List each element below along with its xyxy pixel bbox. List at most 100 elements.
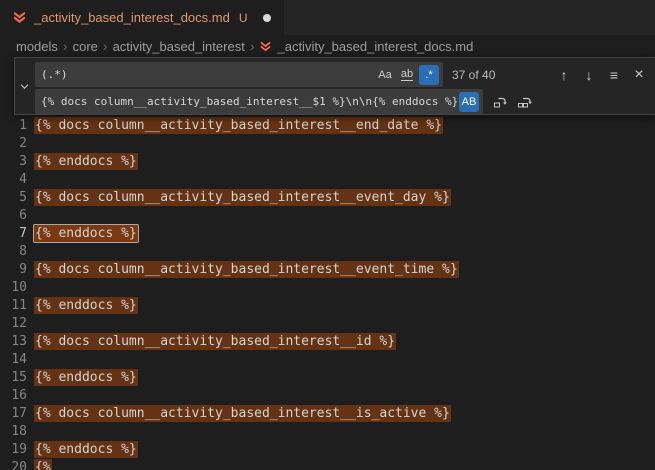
- close-find-button[interactable]: ×: [628, 64, 650, 86]
- replace-all-icon: [517, 94, 533, 110]
- line-content: {% enddocs %}: [34, 298, 138, 313]
- breadcrumb-item[interactable]: activity_based_interest: [113, 39, 245, 54]
- line-content: {% enddocs %}: [34, 442, 138, 457]
- replace-icon: [492, 94, 508, 110]
- selection-lines-icon: ≡: [610, 67, 618, 83]
- line-content: {% enddocs %}: [34, 226, 138, 241]
- editor-line[interactable]: 2: [0, 134, 655, 152]
- breadcrumb-item-label: core: [73, 39, 98, 54]
- breadcrumb-separator-icon: ›: [103, 38, 108, 54]
- editor-line[interactable]: 3{% enddocs %}: [0, 152, 655, 170]
- editor-line[interactable]: 11{% enddocs %}: [0, 296, 655, 314]
- editor-line[interactable]: 16: [0, 386, 655, 404]
- editor-line[interactable]: 15{% enddocs %}: [0, 368, 655, 386]
- breadcrumb-item[interactable]: _activity_based_interest_docs.md: [259, 39, 473, 54]
- find-match: {% docs column__activity_based_interest_…: [34, 117, 443, 134]
- line-number: 3: [0, 154, 34, 169]
- find-match: {%: [34, 459, 52, 470]
- replace-input[interactable]: {% docs column__activity_based_interest_…: [35, 89, 483, 114]
- replace-input-value: {% docs column__activity_based_interest_…: [41, 95, 459, 108]
- current-find-match: {% enddocs %}: [34, 225, 138, 242]
- preserve-case-option[interactable]: AB: [459, 92, 479, 112]
- editor-line[interactable]: 19{% enddocs %}: [0, 440, 655, 458]
- editor-line[interactable]: 9{% docs column__activity_based_interest…: [0, 260, 655, 278]
- editor-line[interactable]: 13{% docs column__activity_based_interes…: [0, 332, 655, 350]
- find-input[interactable]: (.*) Aa ab .*: [35, 62, 443, 87]
- editor-line[interactable]: 18: [0, 422, 655, 440]
- line-number: 12: [0, 316, 34, 331]
- breadcrumb-item-label: models: [16, 39, 58, 54]
- regex-option[interactable]: .*: [419, 65, 439, 85]
- editor-line[interactable]: 7{% enddocs %}: [0, 224, 655, 242]
- line-number: 4: [0, 172, 34, 187]
- close-icon: ×: [634, 66, 643, 84]
- find-match: {% docs column__activity_based_interest_…: [34, 261, 459, 278]
- find-match: {% docs column__activity_based_interest_…: [34, 405, 451, 422]
- editor-line[interactable]: 17{% docs column__activity_based_interes…: [0, 404, 655, 422]
- find-match: {% docs column__activity_based_interest_…: [34, 333, 396, 350]
- line-content: {% enddocs %}: [34, 154, 138, 169]
- breadcrumb-item[interactable]: models: [16, 39, 58, 54]
- line-number: 14: [0, 352, 34, 367]
- editor-line[interactable]: 20{%: [0, 458, 655, 470]
- line-content: {% enddocs %}: [34, 370, 138, 385]
- chevron-down-icon: [19, 81, 30, 92]
- line-number: 15: [0, 370, 34, 385]
- line-number: 2: [0, 136, 34, 151]
- find-match: {% docs column__activity_based_interest_…: [34, 189, 451, 206]
- match-case-option[interactable]: Aa: [375, 65, 395, 85]
- editor-line[interactable]: 12: [0, 314, 655, 332]
- line-number: 8: [0, 244, 34, 259]
- replace-all-button[interactable]: [514, 91, 536, 113]
- line-number: 11: [0, 298, 34, 313]
- find-match: {% enddocs %}: [34, 369, 138, 386]
- editor-line[interactable]: 5{% docs column__activity_based_interest…: [0, 188, 655, 206]
- toggle-replace-button[interactable]: [15, 58, 33, 114]
- line-number: 13: [0, 334, 34, 349]
- editor[interactable]: 1{% docs column__activity_based_interest…: [0, 57, 655, 470]
- editor-line[interactable]: 14: [0, 350, 655, 368]
- line-number: 17: [0, 406, 34, 421]
- line-number: 19: [0, 442, 34, 457]
- line-number: 20: [0, 460, 34, 470]
- line-number: 16: [0, 388, 34, 403]
- arrow-up-icon: ↑: [561, 67, 568, 83]
- editor-line[interactable]: 10: [0, 278, 655, 296]
- git-status-badge: U: [239, 11, 248, 25]
- breadcrumb-item[interactable]: core: [73, 39, 98, 54]
- find-input-value: (.*): [41, 68, 375, 81]
- line-content: {%: [34, 460, 52, 470]
- tab-bar: _activity_based_interest_docs.md U: [0, 0, 655, 35]
- find-replace-widget: (.*) Aa ab .* 37 of 40 ↑ ↓ ≡ × {% docs c…: [14, 57, 655, 115]
- whole-word-option[interactable]: ab: [397, 65, 417, 85]
- line-number: 9: [0, 262, 34, 277]
- breadcrumb-separator-icon: ›: [63, 38, 68, 54]
- find-match: {% enddocs %}: [34, 297, 138, 314]
- line-content: {% docs column__activity_based_interest_…: [34, 406, 451, 421]
- editor-line[interactable]: 1{% docs column__activity_based_interest…: [0, 116, 655, 134]
- line-number: 10: [0, 280, 34, 295]
- line-content: {% docs column__activity_based_interest_…: [34, 118, 443, 133]
- replace-button[interactable]: [489, 91, 511, 113]
- editor-line[interactable]: 6: [0, 206, 655, 224]
- line-number: 5: [0, 190, 34, 205]
- dbt-file-icon: [12, 10, 27, 25]
- next-match-button[interactable]: ↓: [578, 64, 600, 86]
- previous-match-button[interactable]: ↑: [553, 64, 575, 86]
- modified-dot-icon[interactable]: [263, 14, 271, 22]
- line-content: {% docs column__activity_based_interest_…: [34, 262, 459, 277]
- line-content: {% docs column__activity_based_interest_…: [34, 334, 396, 349]
- breadcrumb: models › core › activity_based_interest › _ac…: [0, 35, 655, 57]
- breadcrumb-separator-icon: ›: [250, 38, 255, 54]
- find-match: {% enddocs %}: [34, 153, 138, 170]
- tab-activity-based-interest-docs[interactable]: _activity_based_interest_docs.md U: [0, 0, 284, 35]
- tab-filename: _activity_based_interest_docs.md: [34, 10, 230, 25]
- editor-line[interactable]: 4: [0, 170, 655, 188]
- line-number: 1: [0, 118, 34, 133]
- line-number: 18: [0, 424, 34, 439]
- editor-line[interactable]: 8: [0, 242, 655, 260]
- find-in-selection-button[interactable]: ≡: [603, 64, 625, 86]
- breadcrumb-item-label: _activity_based_interest_docs.md: [277, 39, 473, 54]
- breadcrumb-item-label: activity_based_interest: [113, 39, 245, 54]
- find-match: {% enddocs %}: [34, 441, 138, 458]
